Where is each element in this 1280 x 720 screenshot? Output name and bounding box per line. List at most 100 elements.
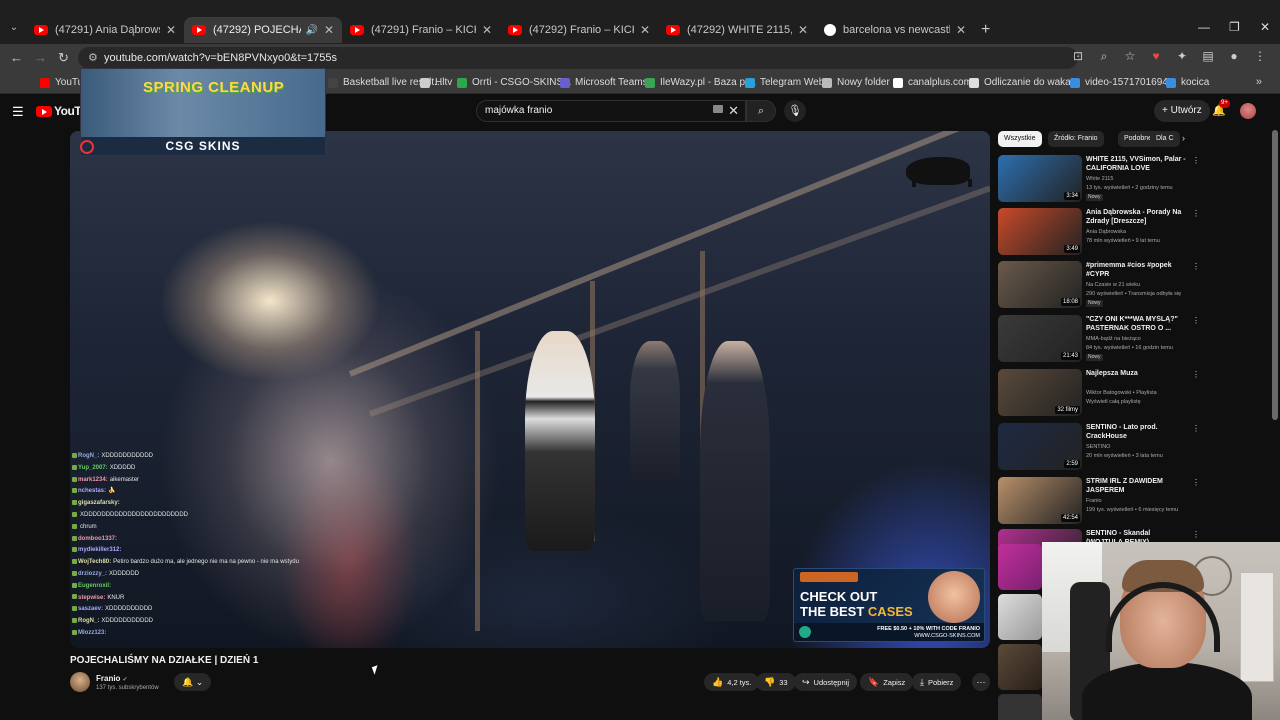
recommended-video[interactable]: 32 filmy Najlepsza Muza Wiktor Batogowski … [998,369,1200,419]
more-options-icon[interactable]: ⋮ [1192,156,1200,165]
more-options-icon[interactable]: ⋮ [1192,316,1200,325]
recommended-channel[interactable]: SENTINO [1086,444,1110,450]
recommended-video[interactable]: 21:43 "CZY ONI K***WA MYŚLĄ?" PASTERNAK O… [998,315,1200,365]
menu-icon[interactable]: ⋮ [1254,49,1266,64]
bookmark-star-icon[interactable]: ☆ [1124,49,1136,64]
browser-tab[interactable]: (47292) POJECHALIŚMY NA D 🔊 ✕ [184,17,342,43]
site-info-icon[interactable]: ⚙ [88,51,98,64]
minimize-icon[interactable]: — [1198,20,1210,34]
bookmark-item[interactable]: Microsoft Teams [560,77,648,88]
bookmark-item[interactable]: IleWazy.pl - Baza pr... [645,77,756,88]
extension-red-icon[interactable]: ♥ [1150,49,1162,64]
more-options-icon[interactable]: ⋮ [1192,370,1200,379]
sidepanel-icon[interactable]: ▤ [1202,49,1214,64]
keyboard-icon[interactable] [713,105,723,113]
recommended-title[interactable]: STRIM IRL Z DAWIDEM JASPEREM [1086,477,1186,495]
browser-tab[interactable]: (47291) Franio – KICK - YouTub ✕ [342,17,500,43]
close-tab-icon[interactable]: ✕ [166,23,176,37]
speaker-icon[interactable]: 🔊 [305,25,317,36]
save-button[interactable]: 🔖 Zapisz [860,673,914,691]
recommended-channel[interactable]: Wiktor Batogowski • Playlista [1086,390,1157,396]
recommended-channel[interactable]: Na Czasie w 21 wieku [1086,282,1140,288]
bookmarks-more-icon[interactable]: » [1256,76,1262,88]
recommended-channel[interactable]: Franio [1086,498,1102,504]
clear-search-icon[interactable]: ✕ [728,103,739,119]
bookmark-item[interactable]: video-1571701694 [1070,77,1168,88]
chips-next-icon[interactable]: › [1182,133,1185,143]
video-thumbnail[interactable]: 21:43 [998,315,1082,362]
browser-tab[interactable]: barcelona vs newcastle - Szuka ✕ [816,17,974,43]
channel-avatar[interactable] [70,672,90,692]
channel-name[interactable]: Franio ✓ [96,674,127,683]
create-button[interactable]: + Utwórz [1154,100,1210,122]
recommended-channel[interactable]: Ania Dąbrowska [1086,229,1126,235]
more-actions-icon[interactable]: ⋯ [972,673,990,691]
bookmark-item[interactable]: Orrti - CSGO-SKINS... [457,77,571,88]
hamburger-menu-icon[interactable]: ☰ [12,104,24,120]
close-window-icon[interactable]: ✕ [1260,20,1270,34]
video-thumbnail[interactable]: 18:08 [998,261,1082,308]
bookmark-item[interactable]: Nowy folder [822,77,890,88]
recommended-title[interactable]: "CZY ONI K***WA MYŚLĄ?" PASTERNAK OSTRO … [1086,315,1186,333]
like-button[interactable]: 👍 4,2 tys. [704,673,760,691]
recommended-video[interactable]: 3:34 WHITE 2115, VVSimon, Palar - CALIFOR… [998,155,1200,205]
bookmark-item[interactable]: kocica [1166,77,1209,88]
search-input[interactable]: majówka franio [485,105,552,116]
video-thumbnail[interactable]: 42:54 [998,477,1082,524]
filter-chip[interactable]: Źródło: Franio [1048,131,1104,147]
close-tab-icon[interactable]: ✕ [324,23,334,37]
reload-icon[interactable]: ↻ [58,50,69,66]
video-thumbnail[interactable]: 2:59 [998,423,1082,470]
recommended-title[interactable]: #primemma #cios #popek #CYPR [1086,261,1186,279]
dislike-button[interactable]: 👎 33 [756,673,796,691]
recommended-title[interactable]: Ania Dąbrowska - Porady Na Zdrady [Dresz… [1086,208,1186,226]
recommended-video[interactable]: 18:08 #primemma #cios #popek #CYPR Na Czas… [998,261,1200,311]
browser-tab[interactable]: (47292) WHITE 2115, VVSimon, ✕ [658,17,816,43]
recommended-video[interactable]: 42:54 STRIM IRL Z DAWIDEM JASPEREM Franio 1… [998,477,1200,527]
close-tab-icon[interactable]: ✕ [798,23,808,37]
video-thumbnail[interactable]: 32 filmy [998,369,1082,416]
recommended-channel[interactable]: White 2115 [1086,176,1113,182]
address-bar[interactable]: ⚙ youtube.com/watch?v=bEN8PVNxyo0&t=1755… [78,47,1078,69]
more-options-icon[interactable]: ⋮ [1192,478,1200,487]
bookmark-item[interactable]: canalplus.com [893,77,972,88]
user-avatar[interactable] [1240,103,1256,119]
bookmark-item[interactable]: Odliczanie do waka... [969,77,1079,88]
profile-icon[interactable]: ● [1228,49,1240,64]
filter-chip[interactable]: Wszystkie [998,131,1042,147]
recommended-title[interactable]: WHITE 2115, VVSimon, Palar - CALIFORNIA … [1086,155,1186,173]
tab-search-icon[interactable]: ⌄ [6,20,22,36]
share-button[interactable]: ↪ Udostępnij [794,673,857,691]
back-icon[interactable]: ← [10,50,23,65]
scrollbar[interactable] [1272,130,1278,420]
zoom-icon[interactable]: ⌕ [1098,49,1110,64]
recommended-video[interactable]: 3:49 Ania Dąbrowska - Porady Na Zdrady [D… [998,208,1200,258]
download-button[interactable]: ⤓ Pobierz [912,673,962,691]
extensions-icon[interactable]: ✦ [1176,49,1188,64]
video-thumbnail[interactable]: 3:49 [998,208,1082,255]
bookmark-item[interactable]: Telegram Web [745,77,824,88]
close-tab-icon[interactable]: ✕ [482,23,492,37]
more-options-icon[interactable]: ⋮ [1192,424,1200,433]
close-tab-icon[interactable]: ✕ [956,23,966,37]
forward-icon[interactable]: → [34,50,47,65]
subscription-bell-button[interactable]: 🔔 ⌄ [174,673,212,691]
more-options-icon[interactable]: ⋮ [1192,209,1200,218]
recommended-channel[interactable]: MMA-bądź na bieżąco [1086,336,1141,342]
bookmark-item[interactable]: Hltv [420,77,452,88]
install-icon[interactable]: ⊡ [1072,49,1084,64]
recommended-title[interactable]: SENTINO - Lato prod. CrackHouse [1086,423,1186,441]
search-box[interactable]: majówka franio ✕ [476,100,746,122]
voice-search-button[interactable]: 🎙 [784,100,806,122]
recommended-title[interactable]: Najlepsza Muza [1086,369,1186,378]
maximize-icon[interactable]: ❐ [1229,20,1240,34]
filter-chip[interactable]: Dla C [1150,131,1180,147]
new-tab-icon[interactable]: + [981,21,990,39]
close-tab-icon[interactable]: ✕ [640,23,650,37]
more-options-icon[interactable]: ⋮ [1192,530,1200,539]
browser-tab[interactable]: (47292) Franio – KICK - YouTub ✕ [500,17,658,43]
search-button[interactable]: ⌕ [746,100,776,122]
recommended-video[interactable]: 2:59 SENTINO - Lato prod. CrackHouse SENTI… [998,423,1200,473]
video-thumbnail[interactable]: 3:34 [998,155,1082,202]
more-options-icon[interactable]: ⋮ [1192,262,1200,271]
